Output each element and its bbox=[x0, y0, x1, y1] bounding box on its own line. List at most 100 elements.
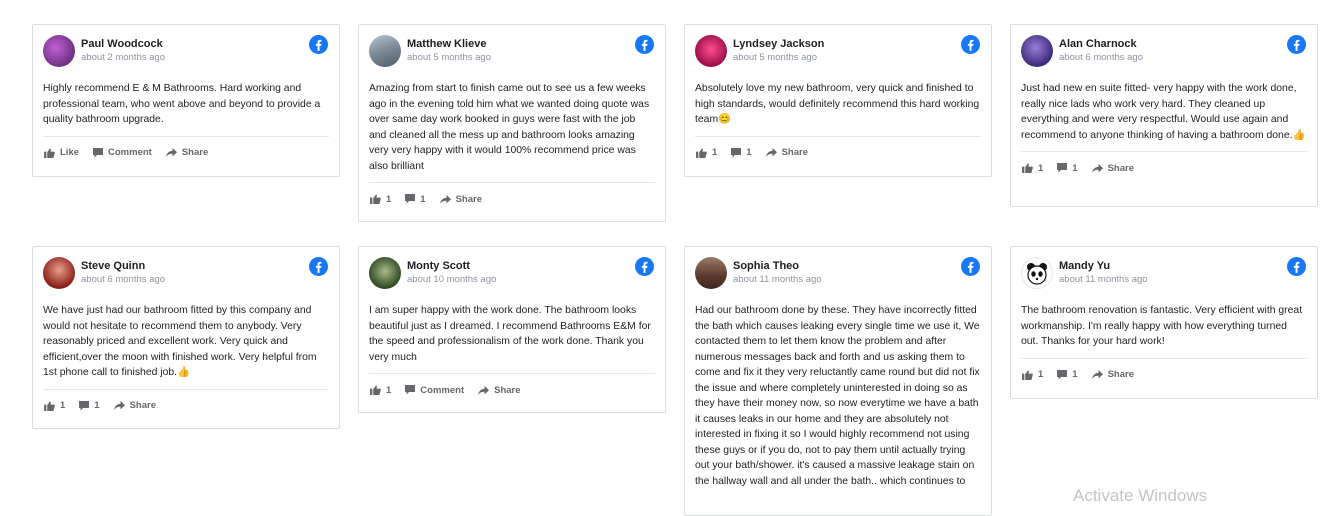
reviewer-name[interactable]: Alan Charnock bbox=[1059, 38, 1137, 50]
like-count: 1 bbox=[1038, 162, 1044, 174]
comment-count: 1 bbox=[746, 147, 752, 158]
share-label: Share bbox=[455, 193, 482, 205]
comment-count: 1 bbox=[1072, 162, 1078, 174]
share-icon bbox=[1091, 163, 1103, 173]
action-bar: 1 1 Share bbox=[1011, 359, 1317, 391]
avatar[interactable] bbox=[369, 257, 401, 289]
thumbs-up-icon bbox=[44, 400, 55, 411]
share-label: Share bbox=[1107, 162, 1134, 174]
review-time[interactable]: about 2 months ago bbox=[81, 52, 165, 63]
review-time[interactable]: about 6 months ago bbox=[81, 274, 165, 285]
share-icon bbox=[1091, 370, 1103, 379]
facebook-icon[interactable] bbox=[1287, 35, 1306, 54]
reviewer-name[interactable]: Matthew Klieve bbox=[407, 38, 486, 50]
share-label: Share bbox=[494, 384, 521, 396]
avatar[interactable] bbox=[1021, 35, 1053, 67]
panda-icon bbox=[1027, 263, 1047, 285]
review-text: Just had new en suite fitted- very happy… bbox=[1021, 83, 1306, 141]
reviewer-name[interactable]: Mandy Yu bbox=[1059, 260, 1110, 272]
like-button[interactable]: 1 bbox=[370, 194, 391, 205]
share-icon bbox=[165, 148, 177, 157]
facebook-icon[interactable] bbox=[1287, 257, 1306, 276]
review-text: Had our bathroom done by these. They hav… bbox=[695, 305, 980, 487]
like-button[interactable]: Like bbox=[44, 147, 79, 158]
review-card: Mandy Yu about 11 months ago The bathroo… bbox=[1010, 246, 1318, 399]
review-text: Highly recommend E & M Bathrooms. Hard w… bbox=[43, 83, 321, 125]
comment-icon bbox=[405, 194, 416, 204]
review-time[interactable]: about 6 months ago bbox=[1059, 52, 1143, 63]
comment-icon bbox=[405, 385, 416, 395]
review-time[interactable]: about 10 months ago bbox=[407, 274, 496, 285]
share-icon bbox=[478, 385, 490, 395]
avatar[interactable] bbox=[1021, 257, 1053, 289]
comment-button[interactable]: 1 bbox=[1057, 162, 1078, 174]
activate-windows-watermark: Activate Windows bbox=[1073, 486, 1208, 505]
facebook-icon[interactable] bbox=[961, 35, 980, 54]
review-card: Lyndsey Jackson about 5 months ago Absol… bbox=[684, 24, 992, 177]
comment-button[interactable]: 1 bbox=[79, 400, 100, 411]
avatar[interactable] bbox=[695, 257, 727, 289]
review-time[interactable]: about 11 months ago bbox=[733, 274, 822, 285]
review-text: Amazing from start to finish came out to… bbox=[369, 83, 650, 172]
comment-icon bbox=[731, 147, 742, 157]
like-button[interactable]: 1 bbox=[370, 385, 391, 396]
review-card: Sophia Theo about 11 months ago Had our … bbox=[684, 246, 992, 516]
action-bar: 1 1 Share bbox=[685, 137, 991, 169]
like-count: 1 bbox=[386, 384, 392, 396]
comment-button[interactable]: 1 bbox=[1057, 369, 1078, 380]
thumbs-up-icon bbox=[44, 147, 55, 158]
avatar[interactable] bbox=[369, 35, 401, 67]
like-count: 1 bbox=[712, 147, 718, 158]
comment-label: Comment bbox=[420, 384, 465, 396]
review-card: Steve Quinn about 6 months ago We have j… bbox=[32, 246, 340, 429]
review-card: Paul Woodcock about 2 months ago Highly … bbox=[32, 24, 340, 177]
like-button[interactable]: 1 bbox=[1022, 163, 1043, 174]
review-time[interactable]: about 11 months ago bbox=[1059, 274, 1148, 285]
thumbs-up-icon bbox=[1022, 369, 1033, 380]
review-time[interactable]: about 5 months ago bbox=[733, 52, 817, 63]
like-button[interactable]: 1 bbox=[696, 147, 717, 158]
share-button[interactable]: Share bbox=[165, 147, 208, 158]
like-count: Like bbox=[60, 147, 80, 158]
review-time[interactable]: about 5 months ago bbox=[407, 52, 491, 63]
facebook-icon[interactable] bbox=[635, 257, 654, 276]
like-count: 1 bbox=[1038, 369, 1044, 380]
share-button[interactable]: Share bbox=[478, 384, 521, 396]
like-button[interactable]: 1 bbox=[1022, 369, 1043, 380]
reviewer-name[interactable]: Lyndsey Jackson bbox=[733, 38, 824, 50]
reviewer-name[interactable]: Steve Quinn bbox=[81, 260, 145, 272]
action-bar: Like Comment Share bbox=[33, 137, 339, 169]
comment-button[interactable]: Comment bbox=[405, 385, 464, 396]
like-button[interactable]: 1 bbox=[44, 400, 65, 411]
comment-icon bbox=[1057, 163, 1068, 173]
share-button[interactable]: Share bbox=[765, 147, 808, 158]
avatar[interactable] bbox=[43, 257, 75, 289]
share-button[interactable]: Share bbox=[1091, 162, 1134, 174]
facebook-icon[interactable] bbox=[961, 257, 980, 276]
comment-button[interactable]: 1 bbox=[405, 194, 426, 205]
comment-button[interactable]: Comment bbox=[93, 147, 152, 158]
review-text: The bathroom renovation is fantastic. Ve… bbox=[1021, 305, 1303, 347]
share-button[interactable]: Share bbox=[439, 193, 482, 205]
share-button[interactable]: Share bbox=[1091, 369, 1134, 380]
facebook-icon[interactable] bbox=[309, 35, 328, 54]
thumbs-up-icon bbox=[370, 385, 381, 395]
thumbs-up-icon bbox=[696, 147, 707, 158]
avatar[interactable] bbox=[695, 35, 727, 67]
action-bar: 1 1 Share bbox=[33, 390, 339, 422]
review-text: We have just had our bathroom fitted by … bbox=[43, 305, 317, 378]
facebook-icon[interactable] bbox=[635, 35, 654, 54]
review-text: Absolutely love my new bathroom, very qu… bbox=[695, 83, 980, 125]
reviewer-name[interactable]: Monty Scott bbox=[407, 260, 470, 272]
share-icon bbox=[113, 401, 125, 410]
reviewer-name[interactable]: Sophia Theo bbox=[733, 260, 799, 272]
comment-button[interactable]: 1 bbox=[731, 147, 752, 158]
reviewer-name[interactable]: Paul Woodcock bbox=[81, 38, 163, 50]
comment-count: 1 bbox=[94, 400, 100, 411]
avatar[interactable] bbox=[43, 35, 75, 67]
action-bar: 1 1 Share bbox=[359, 183, 665, 215]
share-label: Share bbox=[129, 400, 156, 411]
facebook-icon[interactable] bbox=[309, 257, 328, 276]
share-button[interactable]: Share bbox=[113, 400, 156, 411]
review-text: I am super happy with the work done. The… bbox=[369, 305, 651, 363]
